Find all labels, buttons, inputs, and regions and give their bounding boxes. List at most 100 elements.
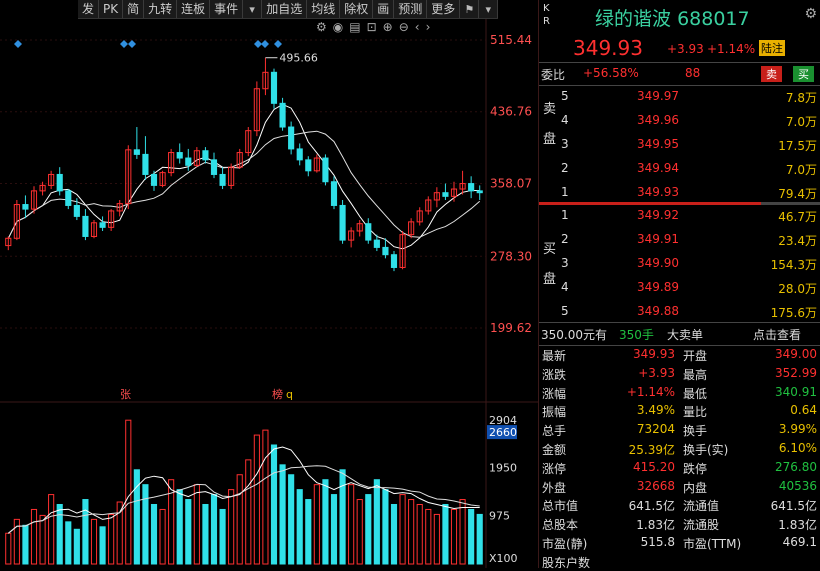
stat-label: 跌停 <box>683 461 708 476</box>
stock-code: 688017 <box>677 8 750 30</box>
stat-value: 349.93 <box>633 347 675 361</box>
stat-row: 总手 73204 换手 3.99% <box>539 421 820 438</box>
settings-icon[interactable]: ⚙ <box>804 6 817 22</box>
candle-body <box>279 102 286 128</box>
level: 1 <box>561 185 569 199</box>
bid-row[interactable]: 3 349.90 154.3万 <box>539 253 820 273</box>
level: 4 <box>561 113 569 127</box>
kr-r: R <box>543 16 550 27</box>
stat-value: 0.64 <box>790 403 817 418</box>
ask-row[interactable]: 3 349.95 17.5万 <box>539 134 820 154</box>
volume-bar <box>305 499 312 565</box>
stat-row: 市盈(静) 515.8 市盈(TTM) 469.1 <box>539 534 820 551</box>
bid-row[interactable]: 5 349.88 175.6万 <box>539 301 820 321</box>
volume-bar <box>373 479 380 565</box>
toolbar-item-forecast[interactable]: 预测 <box>394 0 428 18</box>
level: 2 <box>561 161 569 175</box>
toolbar-item-ma[interactable]: 均线 <box>307 0 341 18</box>
volume-bar <box>433 513 440 565</box>
stat-value: 349.00 <box>775 347 817 361</box>
vol-axis-label: X100 <box>489 552 518 565</box>
volume-bar <box>390 503 398 565</box>
ask-row[interactable]: 5 349.97 7.8万 <box>539 86 820 106</box>
volume-bar <box>142 484 149 565</box>
candle-body <box>185 157 192 166</box>
price: 349.94 <box>637 161 679 175</box>
stat-value: +3.93 <box>638 365 675 380</box>
candle-body <box>150 173 158 186</box>
level: 5 <box>561 89 569 103</box>
volume-bar <box>193 484 200 565</box>
eye-icon[interactable]: ◉ <box>333 20 343 34</box>
candle-body <box>82 215 89 237</box>
stat-label: 开盘 <box>683 349 708 363</box>
volume-bar <box>459 499 466 565</box>
bid-row[interactable]: 2 349.91 23.4万 <box>539 229 820 249</box>
price-axis-label: 436.76 <box>490 105 532 119</box>
level: 3 <box>561 256 569 270</box>
toolbar-item-simple[interactable]: 简 <box>123 0 145 18</box>
candle-body <box>296 148 303 161</box>
candle-body <box>219 173 226 186</box>
zoom-in-icon[interactable]: ⊕ <box>383 20 393 34</box>
big-order-label: 大卖单 <box>667 328 704 342</box>
basket-icon[interactable]: ▤ <box>349 20 360 34</box>
stat-label: 总手 <box>542 424 567 439</box>
expand-icon[interactable]: ⊡ <box>367 20 377 34</box>
toolbar-item-pk[interactable]: PK <box>99 0 124 18</box>
buy-button[interactable]: 买 <box>793 66 814 82</box>
candle-body <box>73 204 80 217</box>
event-marker <box>14 40 22 48</box>
candle-body <box>382 246 389 256</box>
toolbar-item-exright[interactable]: 除权 <box>340 0 374 18</box>
toolbar-item-events[interactable]: 事件 <box>210 0 244 18</box>
settings-icon[interactable]: ⚙ <box>316 20 327 34</box>
stat-value: +1.14% <box>626 384 675 399</box>
volume-bar <box>382 489 389 565</box>
event-marker <box>274 40 282 48</box>
ask-row[interactable]: 2 349.94 7.0万 <box>539 158 820 178</box>
chevron-right-icon[interactable]: › <box>426 20 431 34</box>
ask-row[interactable]: 4 349.96 7.0万 <box>539 110 820 130</box>
candle-body <box>305 159 312 172</box>
volume-bar <box>219 508 226 565</box>
stat-row: 金额 25.39亿 换手(实) 6.10% <box>539 440 820 457</box>
stat-label: 流通值 <box>683 499 720 514</box>
ask-row[interactable]: 1 349.93 79.4万 <box>539 182 820 202</box>
price: 349.97 <box>637 89 679 103</box>
toolbar-item-fa[interactable]: 发 <box>78 0 100 18</box>
volume: 7.0万 <box>785 163 817 177</box>
volume: 175.6万 <box>770 306 817 320</box>
view-link[interactable]: 点击查看 <box>753 326 801 343</box>
toolbar-item-lianban[interactable]: 连板 <box>177 0 211 18</box>
sell-button[interactable]: 卖 <box>761 66 782 82</box>
level: 1 <box>561 208 569 222</box>
bid-row[interactable]: 1 349.92 46.7万 <box>539 205 820 225</box>
q-marker: q <box>286 388 293 401</box>
bid-row[interactable]: 4 349.89 28.0万 <box>539 277 820 297</box>
volume-bar <box>450 508 458 565</box>
stat-row: 外盘 32668 内盘 40536 <box>539 478 820 495</box>
toolbar-item-draw[interactable]: 画 <box>373 0 395 18</box>
flag-icon[interactable]: ⚑ <box>460 0 480 18</box>
price: 349.95 <box>637 137 679 151</box>
toolbar-item-add-watch[interactable]: 加自选 <box>262 0 308 18</box>
price-axis-label: 278.30 <box>490 249 532 263</box>
status-badge: 陆注 <box>759 40 785 56</box>
stat-value: 32668 <box>636 478 675 493</box>
price-change: +3.93 <box>667 42 704 56</box>
volume-bar <box>399 494 406 565</box>
stat-label: 涨停 <box>542 461 567 476</box>
dropdown-icon[interactable]: ▾ <box>479 0 499 18</box>
volume-bar <box>236 474 243 565</box>
volume-bar <box>253 434 260 565</box>
chevron-left-icon[interactable]: ‹ <box>415 20 420 34</box>
kline-chart[interactable]: 515.44 436.76 358.07 278.30 199.62 495.66 张 榜 q 2… <box>0 0 538 568</box>
dropdown-icon[interactable]: ▾ <box>243 0 263 18</box>
candle-body <box>56 173 63 192</box>
toolbar-item-jiuzhuan[interactable]: 九转 <box>144 0 178 18</box>
zoom-out-icon[interactable]: ⊖ <box>399 20 409 34</box>
toolbar-item-more[interactable]: 更多 <box>427 0 461 18</box>
volume-bar <box>56 503 63 565</box>
candle-body <box>176 152 183 159</box>
